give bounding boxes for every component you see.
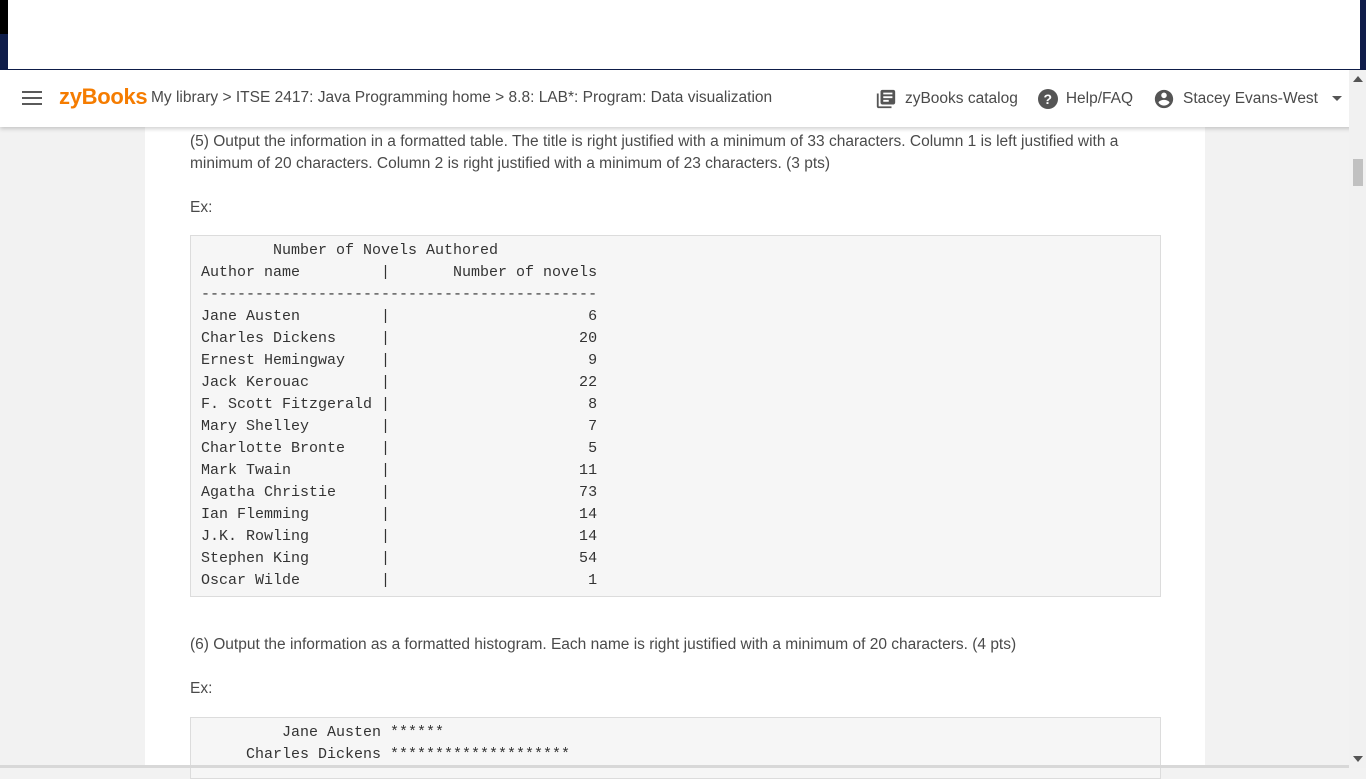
- content-card: (5) Output the information in a formatte…: [145, 127, 1205, 779]
- step-5-instructions: (5) Output the information in a formatte…: [190, 133, 1119, 172]
- zybooks-logo[interactable]: zyBooks: [59, 84, 148, 110]
- top-navbar: zyBooks My library > ITSE 2417: Java Pro…: [0, 70, 1366, 127]
- histogram-line: Charles Dickens ********************: [201, 746, 571, 763]
- help-label: Help/FAQ: [1065, 89, 1134, 107]
- table-row: Jane Austen | 6: [201, 308, 598, 325]
- table-row: Ian Flemming | 14: [201, 506, 598, 523]
- table-divider-line: ----------------------------------------…: [201, 286, 598, 303]
- table-row: Stephen King | 54: [201, 550, 598, 567]
- table-row: Charles Dickens | 20: [201, 330, 598, 347]
- breadcrumb-my-library[interactable]: My library: [151, 89, 218, 106]
- scroll-up-arrow-icon[interactable]: [1353, 76, 1363, 82]
- table-header-line: Author name | Number of novels: [201, 264, 598, 281]
- table-example-code-block: Number of Novels Authored Author name | …: [190, 235, 1161, 597]
- breadcrumb: My library > ITSE 2417: Java Programming…: [151, 89, 772, 107]
- user-name: Stacey Evans-West: [1183, 89, 1318, 107]
- table-row: Mary Shelley | 7: [201, 418, 598, 435]
- library-books-icon: [876, 89, 896, 108]
- browser-top-strip: [0, 0, 1366, 70]
- scroll-down-arrow-icon[interactable]: [1353, 756, 1363, 762]
- histogram-example-code-block: Jane Austen ****** Charles Dickens *****…: [190, 717, 1161, 779]
- account-circle-icon: [1154, 89, 1174, 108]
- example-label: Ex:: [190, 680, 213, 697]
- table-row: Oscar Wilde | 1: [201, 572, 598, 589]
- table-title-line: Number of Novels Authored: [201, 242, 499, 259]
- hamburger-menu-icon[interactable]: [22, 90, 42, 106]
- step-6-instructions: (6) Output the information as a formatte…: [190, 636, 1017, 653]
- histogram-line: Jane Austen ******: [201, 724, 445, 741]
- chevron-down-icon[interactable]: [1332, 96, 1342, 101]
- catalog-label: zyBooks catalog: [904, 89, 1018, 107]
- table-row: Charlotte Bronte | 5: [201, 440, 598, 457]
- navbar-right: zyBooks catalog ? Help/FAQ Stacey Evans-…: [875, 70, 1342, 127]
- catalog-link[interactable]: zyBooks catalog: [875, 88, 1018, 110]
- example-label: Ex:: [190, 199, 213, 216]
- breadcrumb-separator: >: [218, 89, 236, 106]
- table-row: J.K. Rowling | 14: [201, 528, 598, 545]
- banner-area: [8, 0, 1360, 69]
- table-row: Ernest Hemingway | 9: [201, 352, 598, 369]
- scroll-thumb[interactable]: [1353, 159, 1363, 186]
- user-menu[interactable]: Stacey Evans-West: [1153, 88, 1342, 110]
- help-circle-icon: ?: [1037, 88, 1058, 109]
- page-scrollbar[interactable]: [1349, 70, 1366, 768]
- table-row: Jack Kerouac | 22: [201, 374, 598, 391]
- help-link[interactable]: ? Help/FAQ: [1037, 88, 1134, 109]
- dark-corner: [0, 0, 8, 34]
- table-row: Mark Twain | 11: [201, 462, 598, 479]
- breadcrumb-course[interactable]: ITSE 2417: Java Programming home: [236, 89, 491, 106]
- table-row: F. Scott Fitzgerald | 8: [201, 396, 598, 413]
- table-row: Agatha Christie | 73: [201, 484, 598, 501]
- breadcrumb-section: 8.8: LAB*: Program: Data visualization: [508, 89, 773, 106]
- breadcrumb-separator: >: [490, 89, 509, 106]
